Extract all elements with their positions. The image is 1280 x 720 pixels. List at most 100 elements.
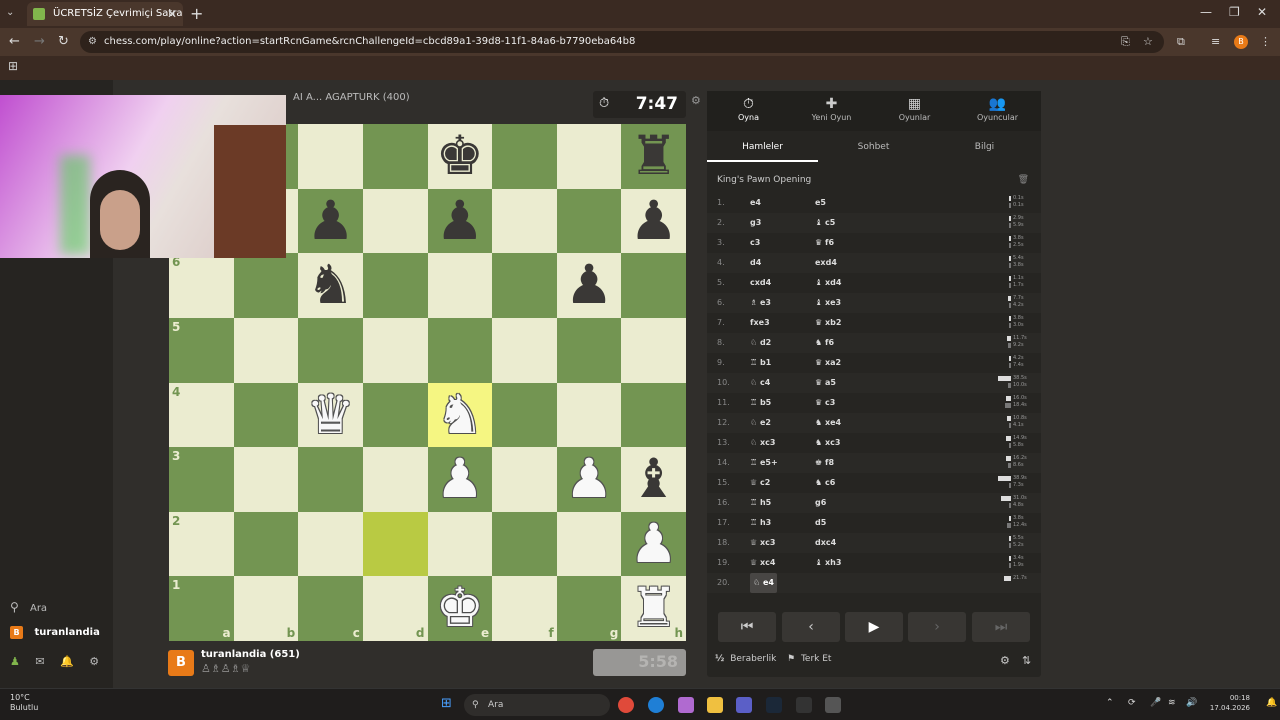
square-g2[interactable] (556, 511, 622, 577)
square-h3[interactable]: ♝ (621, 447, 686, 512)
steam-icon[interactable] (766, 697, 782, 713)
white-move[interactable]: ♕ xc3 (750, 533, 775, 553)
mic-icon[interactable]: 🎤 (1150, 698, 1161, 708)
black-move[interactable]: ♛ xb2 (815, 313, 841, 333)
square-d4[interactable] (362, 382, 428, 448)
white-pawn-icon[interactable]: ♟ (557, 447, 622, 512)
square-a5[interactable]: 5 (169, 317, 234, 383)
obs-icon[interactable] (796, 697, 812, 713)
white-knight-icon[interactable]: ♞ (428, 383, 493, 448)
weather-widget[interactable]: 10°C Bulutlu (10, 693, 38, 713)
white-rook-icon[interactable]: ♜ (621, 576, 686, 641)
white-move[interactable]: ♘ c4 (750, 373, 770, 393)
wifi-icon[interactable]: ≋ (1168, 698, 1176, 708)
browser-tab-active[interactable]: ÜCRETSİZ Çevrimiçi Satranç Oy ✕ (27, 2, 183, 26)
square-a3[interactable]: 3 (169, 447, 234, 512)
tab-players[interactable]: 👥 Oyuncular (956, 95, 1039, 122)
white-move[interactable]: g3 (750, 213, 761, 233)
square-e7[interactable]: ♟ (427, 188, 493, 254)
white-move[interactable]: ♘ d2 (750, 333, 771, 353)
square-f6[interactable] (492, 253, 557, 318)
play-button[interactable]: ▶ (845, 612, 903, 642)
white-move[interactable]: ♘ e4 (750, 573, 777, 593)
white-pawn-icon[interactable]: ♟ (428, 447, 493, 512)
url-input[interactable]: ⚙ chess.com/play/online?action=startRcnG… (80, 31, 1164, 53)
white-move[interactable]: ♘ xc3 (750, 433, 775, 453)
square-c2[interactable] (298, 511, 363, 577)
square-f3[interactable] (492, 447, 557, 512)
black-move[interactable]: ♝ xe3 (815, 293, 841, 313)
square-f8[interactable] (492, 124, 557, 189)
black-rook-icon[interactable]: ♜ (621, 124, 686, 189)
white-move[interactable]: ♖ e5+ (750, 453, 778, 473)
square-d7[interactable] (362, 188, 428, 254)
white-move[interactable]: ♘ e2 (750, 413, 771, 433)
bookmark-star-icon[interactable]: ☆ (1143, 35, 1153, 48)
square-h1[interactable]: h ♜ (621, 576, 686, 641)
next-move-button[interactable]: › (908, 612, 966, 642)
square-b1[interactable]: b (233, 576, 299, 641)
sidebar-user[interactable]: B turanlandia (10, 626, 100, 639)
square-b5[interactable] (233, 317, 299, 383)
taskbar-clock[interactable]: 00:18 17.04.2026 (1210, 693, 1250, 713)
square-d2[interactable] (362, 511, 428, 577)
black-move[interactable]: ♞ f6 (815, 333, 834, 353)
forward-icon[interactable]: → (34, 34, 45, 49)
new-tab-icon[interactable]: + (190, 4, 203, 23)
black-pawn-icon[interactable]: ♟ (298, 189, 363, 254)
close-window-icon[interactable]: ✕ (1257, 5, 1267, 19)
file-explorer-icon[interactable] (707, 697, 723, 713)
square-h8[interactable]: ♜ (621, 124, 686, 189)
black-move[interactable]: ♞ c6 (815, 473, 835, 493)
edge-icon[interactable] (648, 697, 664, 713)
black-move[interactable]: ♚ f8 (815, 453, 834, 473)
sidebar-search[interactable]: ⚲ Ara (10, 600, 47, 614)
opponent-name[interactable]: AI A... AGAPTURK (400) (293, 92, 410, 103)
restore-icon[interactable]: ❐ (1229, 5, 1240, 19)
square-e8[interactable]: ♚ (427, 124, 493, 189)
notification-bell-icon[interactable]: 🔔 (1266, 698, 1277, 708)
black-move[interactable]: ♞ xc3 (815, 433, 840, 453)
trash-icon[interactable]: 🗑 (1018, 175, 1029, 185)
tab-info[interactable]: Bilgi (929, 134, 1040, 160)
opening-name[interactable]: King's Pawn Opening (717, 175, 811, 185)
black-bishop-icon[interactable]: ♝ (621, 447, 686, 512)
square-c3[interactable] (298, 447, 363, 512)
black-move[interactable]: e5 (815, 193, 826, 213)
black-move[interactable]: g6 (815, 493, 826, 513)
square-b6[interactable] (233, 253, 299, 318)
square-g5[interactable] (556, 317, 622, 383)
mail-icon[interactable]: ✉ (35, 655, 44, 668)
square-a6[interactable]: 6 (169, 253, 234, 318)
white-move[interactable]: ♕ xc4 (750, 553, 775, 573)
square-g3[interactable]: ♟ (556, 447, 622, 512)
white-move[interactable]: ♖ b1 (750, 353, 771, 373)
square-g7[interactable] (556, 188, 622, 254)
square-e2[interactable] (427, 511, 493, 577)
square-f2[interactable] (492, 511, 557, 577)
white-move[interactable]: ♖ h5 (750, 493, 771, 513)
white-move[interactable]: ♖ b5 (750, 393, 771, 413)
black-pawn-icon[interactable]: ♟ (557, 253, 622, 318)
black-king-icon[interactable]: ♚ (428, 124, 493, 189)
square-e6[interactable] (427, 253, 493, 318)
white-move[interactable]: ♖ h3 (750, 513, 771, 533)
square-b3[interactable] (233, 447, 299, 512)
tab-new-game[interactable]: ✚ Yeni Oyun (790, 95, 873, 122)
square-a2[interactable]: 2 (169, 511, 234, 577)
square-c8[interactable] (298, 124, 363, 189)
square-e3[interactable]: ♟ (427, 447, 493, 512)
square-d3[interactable] (362, 447, 428, 512)
back-icon[interactable]: ← (9, 34, 20, 49)
square-g1[interactable]: g (556, 576, 622, 641)
browser-menu-icon[interactable]: ⋮ (1260, 35, 1271, 48)
bell-icon[interactable]: 🔔 (60, 655, 74, 668)
white-pawn-icon[interactable]: ♟ (621, 512, 686, 577)
volume-icon[interactable]: 🔊 (1186, 698, 1197, 708)
prev-move-button[interactable]: ‹ (782, 612, 840, 642)
square-f4[interactable] (492, 382, 557, 448)
first-move-button[interactable]: ⏮ (718, 612, 776, 642)
reload-icon[interactable]: ↻ (58, 34, 69, 49)
site-info-icon[interactable]: ⚙ (88, 31, 97, 53)
square-d8[interactable] (362, 124, 428, 189)
